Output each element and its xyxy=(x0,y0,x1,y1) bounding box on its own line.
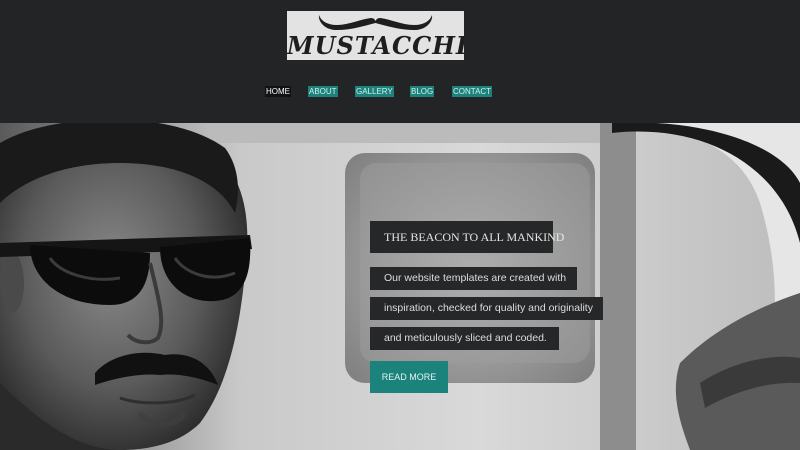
hero-text-line-3: and meticulously sliced and coded. xyxy=(370,327,559,350)
nav-item-blog[interactable]: BLOG xyxy=(410,86,435,97)
nav-item-about[interactable]: ABOUT xyxy=(308,86,338,97)
site-header: MUSTACCHIO HOME ABOUT GALLERY BLOG CONTA… xyxy=(0,0,800,123)
logo-text: MUSTACCHIO xyxy=(287,31,464,60)
nav-item-contact[interactable]: CONTACT xyxy=(452,86,493,97)
hero-text-line-1: Our website templates are created with xyxy=(370,267,577,290)
hero-banner: THE BEACON TO ALL MANKIND Our website te… xyxy=(0,123,800,450)
read-more-button[interactable]: READ MORE xyxy=(370,361,448,393)
site-logo[interactable]: MUSTACCHIO xyxy=(287,11,464,60)
main-nav: HOME ABOUT GALLERY BLOG CONTACT xyxy=(0,86,800,100)
nav-item-gallery[interactable]: GALLERY xyxy=(355,86,394,97)
hero-title: THE BEACON TO ALL MANKIND xyxy=(370,221,564,253)
nav-item-home[interactable]: HOME xyxy=(265,86,291,97)
hero-text-line-2: inspiration, checked for quality and ori… xyxy=(370,297,603,320)
